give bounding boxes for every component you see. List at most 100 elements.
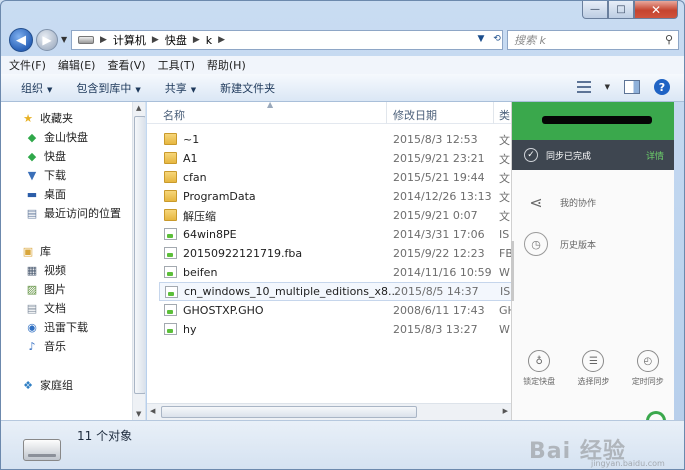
arrow-right-icon: ▶ [42,33,52,47]
history-versions-item[interactable]: ◷ 历史版本 [524,232,596,256]
nav-item-label: 下载 [44,169,66,182]
file-row[interactable]: ~1 2015/8/3 12:53 文 [159,130,511,149]
explorer-window: — □ ✕ ◀ ▶ ▼ ▶ 计算机 ▶ 快盘 ▶ k ▶ ▼ ⟲ 搜索 k ⚲ … [0,0,685,470]
nav-item-jinshan-kuaipan[interactable]: ◆ 金山快盘 [25,129,88,145]
nav-scroll-thumb[interactable] [134,116,145,394]
include-library-label: 包含到库中 [76,81,132,95]
menu-help[interactable]: 帮助(H) [207,57,246,73]
column-divider[interactable] [386,102,387,124]
lock-kuaipan-button[interactable]: ♁ 锁定快盘 [523,350,555,387]
file-name: 64win8PE [183,228,237,241]
column-name[interactable]: 名称 [163,107,185,123]
nav-libraries[interactable]: ▣ 库 [21,243,51,259]
nav-item-label: 迅雷下载 [44,321,88,334]
forward-button[interactable]: ▶ [36,29,58,51]
caption-buttons: — □ ✕ [582,1,678,19]
view-options-icon[interactable] [576,81,591,93]
recent-pages-dropdown[interactable]: ▼ [61,35,67,44]
file-row[interactable]: hy 2015/8/3 13:27 W [159,320,511,339]
new-folder-button[interactable]: 新建文件夹 [220,80,275,96]
preview-pane-icon[interactable] [624,80,640,94]
nav-item-kuaipan[interactable]: ◆ 快盘 [25,148,66,164]
chevron-down-icon[interactable]: ▼ [605,83,610,91]
nav-item-desktop[interactable]: ▬ 桌面 [25,186,66,202]
file-row[interactable]: 解压缩 2015/9/21 0:07 文 [159,206,511,225]
refresh-icon[interactable]: ⟲ [491,31,503,47]
file-icon [164,228,177,240]
search-input[interactable]: 搜索 k [514,32,546,48]
file-row-selected[interactable]: cn_windows_10_multiple_editions_x8... 20… [159,282,511,301]
nav-item-videos[interactable]: ▦ 视频 [25,262,66,278]
scroll-left-icon[interactable]: ◀ [150,407,155,415]
organize-label: 组织 [21,81,43,95]
nav-item-thunder-downloads[interactable]: ◉ 迅雷下载 [25,319,88,335]
lock-kuaipan-label: 锁定快盘 [523,377,556,386]
nav-item-pictures[interactable]: ▨ 图片 [25,281,66,297]
back-button[interactable]: ◀ [9,28,33,52]
file-row[interactable]: A1 2015/9/21 23:21 文 [159,149,511,168]
column-date[interactable]: 修改日期 [393,107,437,123]
file-row[interactable]: GHOSTXP.GHO 2008/6/11 17:43 GH [159,301,511,320]
nav-libraries-label: 库 [40,245,51,258]
file-date: 2015/9/21 0:07 [393,209,478,222]
close-button[interactable]: ✕ [634,1,678,19]
nav-item-recent-places[interactable]: ▤ 最近访问的位置 [25,205,121,221]
horizontal-scroll-thumb[interactable] [161,406,417,418]
file-row[interactable]: ProgramData 2014/12/26 13:13 文 [159,187,511,206]
nav-item-documents[interactable]: ▤ 文档 [25,300,66,316]
horizontal-scrollbar[interactable]: ◀ ▶ [147,403,511,420]
include-library-button[interactable]: 包含到库中 ▼ [76,80,140,96]
column-type[interactable]: 类 [499,107,510,123]
arrow-left-icon: ◀ [16,32,26,48]
file-row[interactable]: beifen 2014/11/16 10:59 W [159,263,511,282]
search-box[interactable]: 搜索 k ⚲ [507,30,679,50]
nav-homegroup-label: 家庭组 [40,379,73,392]
file-row[interactable]: 64win8PE 2014/3/31 17:06 IS [159,225,511,244]
file-row[interactable]: 20150922121719.fba 2015/9/22 12:23 FB [159,244,511,263]
share-button[interactable]: 共享 ▼ [165,80,196,96]
folder-icon [164,190,177,202]
search-icon[interactable]: ⚲ [665,33,673,46]
maximize-button[interactable]: □ [608,1,634,19]
sync-detail-link[interactable]: 详情 [646,149,664,162]
file-name: cfan [183,171,207,184]
nav-favorites[interactable]: ★ 收藏夹 [21,110,73,126]
nav-item-music[interactable]: ♪ 音乐 [25,338,66,354]
menu-tools[interactable]: 工具(T) [158,57,195,73]
file-name: cn_windows_10_multiple_editions_x8... [184,285,399,298]
chevron-right-icon: ▶ [100,35,107,45]
help-icon[interactable]: ? [654,79,670,95]
file-row[interactable]: cfan 2015/5/21 19:44 文 [159,168,511,187]
minimize-button[interactable]: — [582,1,608,19]
nav-item-downloads[interactable]: ▼ 下载 [25,167,66,183]
file-date: 2014/12/26 13:13 [393,190,492,203]
menu-file[interactable]: 文件(F) [9,57,46,73]
file-name: 20150922121719.fba [183,247,303,260]
thunder-icon: ◉ [27,320,37,334]
select-sync-button[interactable]: ☰ 选择同步 [577,350,609,387]
breadcrumb-computer[interactable]: 计算机 [113,32,146,48]
address-bar[interactable]: ▶ 计算机 ▶ 快盘 ▶ k ▶ [71,30,503,50]
organize-button[interactable]: 组织 ▼ [21,80,52,96]
nav-homegroup[interactable]: ❖ 家庭组 [21,377,73,393]
menu-view[interactable]: 查看(V) [107,57,145,73]
scroll-down-icon[interactable]: ▼ [136,410,141,418]
sync-panel-resize-handle[interactable] [511,241,514,301]
nav-item-label: 音乐 [44,340,66,353]
nav-item-label: 金山快盘 [44,131,88,144]
my-collaboration-item[interactable]: ⋖ 我的协作 [524,190,596,214]
clock-icon: ◷ [524,232,548,256]
nav-scrollbar[interactable]: ▲ ▼ [132,102,145,420]
scroll-right-icon[interactable]: ▶ [503,407,508,415]
status-bar: 11 个对象 Bai 经验 jingyan.baidu.com [1,420,684,469]
scroll-up-icon[interactable]: ▲ [136,104,141,112]
nav-item-label: 快盘 [44,150,66,163]
breadcrumb-kuaipan[interactable]: 快盘 [165,32,187,48]
breadcrumb-k[interactable]: k [206,34,212,47]
sync-bottom-actions: ♁ 锁定快盘 ☰ 选择同步 ◴ 定时同步 [512,350,674,387]
menu-edit[interactable]: 编辑(E) [58,57,96,73]
file-type: W [499,266,510,279]
column-divider[interactable] [493,102,494,124]
scheduled-sync-button[interactable]: ◴ 定时同步 [632,350,664,387]
address-dropdown-button[interactable]: ▼ [475,31,487,47]
